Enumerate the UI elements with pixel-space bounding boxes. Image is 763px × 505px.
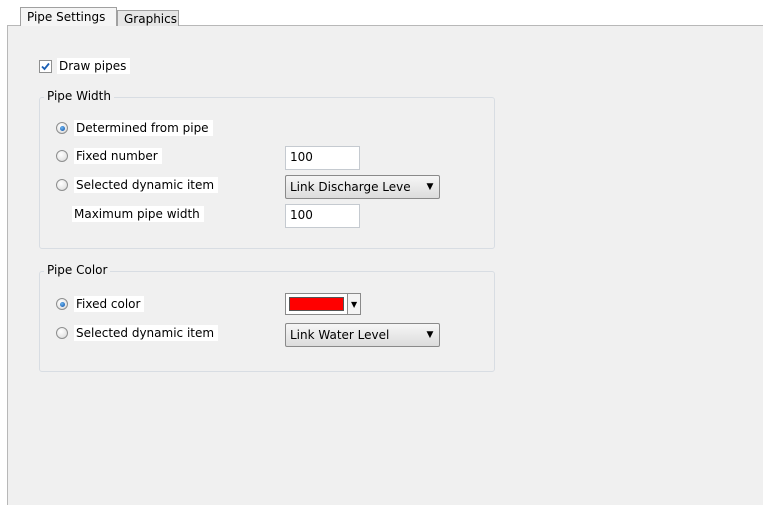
pipe-width-title: Pipe Width: [44, 89, 114, 103]
checkmark-icon: [41, 62, 50, 70]
radio-label: Determined from pipe: [74, 120, 213, 136]
radio-button[interactable]: [56, 327, 68, 339]
fixed-color-picker[interactable]: ▼: [285, 293, 361, 315]
dropdown-arrow-icon[interactable]: ▼: [421, 182, 439, 192]
radio-button-selected[interactable]: [56, 298, 68, 310]
radio-label: Fixed number: [74, 148, 162, 164]
dynamic-item-color-select[interactable]: Link Water Level ▼: [285, 323, 440, 347]
dynamic-item-width-select[interactable]: Link Discharge Leve ▼: [285, 175, 440, 199]
max-pipe-width-input[interactable]: 100: [285, 204, 360, 228]
tab-graphics[interactable]: Graphics: [117, 10, 179, 26]
radio-button-selected[interactable]: [56, 122, 68, 134]
tab-panel: Draw pipes Pipe Width Determined from pi…: [7, 25, 763, 505]
radio-fixed-number[interactable]: Fixed number: [56, 147, 162, 165]
radio-fixed-color[interactable]: Fixed color: [56, 295, 145, 313]
radio-selected-dynamic-item-width[interactable]: Selected dynamic item: [56, 176, 219, 194]
radio-determined-from-pipe[interactable]: Determined from pipe: [56, 119, 213, 137]
radio-button[interactable]: [56, 150, 68, 162]
tab-pipe-settings[interactable]: Pipe Settings: [20, 7, 117, 26]
radio-label: Selected dynamic item: [74, 177, 219, 193]
radio-label: Fixed color: [74, 296, 145, 312]
dropdown-arrow-icon[interactable]: ▼: [421, 330, 439, 340]
select-value: Link Water Level: [290, 328, 390, 342]
color-swatch: [289, 297, 345, 311]
dropdown-arrow-icon[interactable]: ▼: [347, 294, 360, 314]
checkbox-box[interactable]: [39, 59, 52, 73]
draw-pipes-checkbox[interactable]: Draw pipes: [39, 57, 131, 75]
pipe-color-group: [39, 271, 495, 372]
radio-label: Selected dynamic item: [74, 325, 219, 341]
fixed-number-input[interactable]: 100: [285, 146, 360, 170]
select-value: Link Discharge Leve: [290, 180, 411, 194]
radio-selected-dynamic-item-color[interactable]: Selected dynamic item: [56, 324, 219, 342]
draw-pipes-label: Draw pipes: [57, 58, 131, 74]
pipe-color-title: Pipe Color: [44, 263, 111, 277]
max-pipe-width-label: Maximum pipe width: [72, 206, 204, 222]
max-pipe-width-row: Maximum pipe width: [72, 205, 204, 223]
radio-button[interactable]: [56, 179, 68, 191]
